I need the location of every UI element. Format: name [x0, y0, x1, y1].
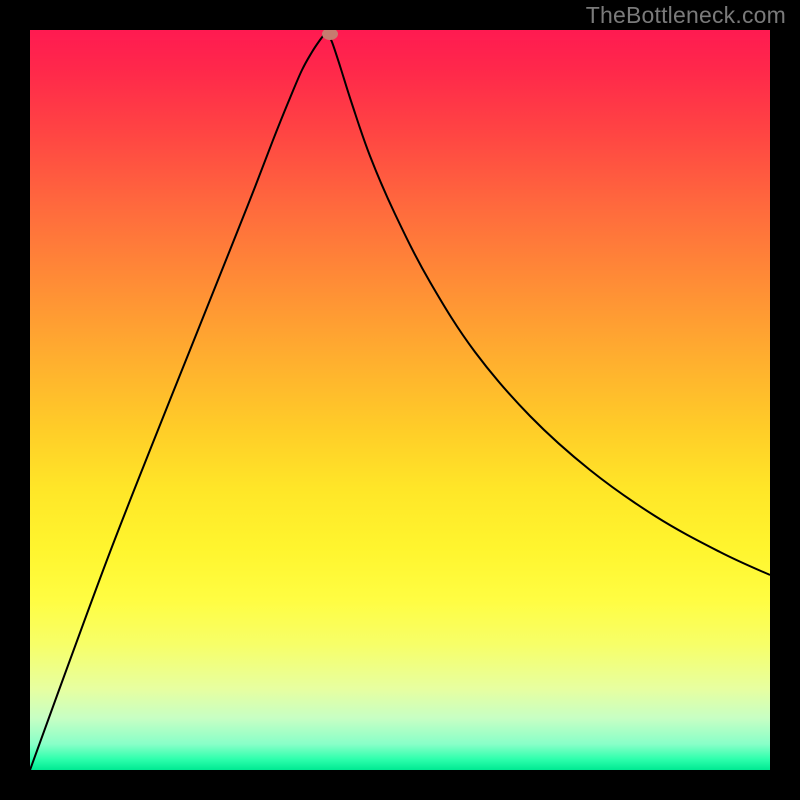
bottleneck-curve: [30, 32, 770, 770]
plot-area: [30, 30, 770, 770]
watermark-label: TheBottleneck.com: [586, 2, 786, 29]
chart-frame: TheBottleneck.com: [0, 0, 800, 800]
curve-svg: [30, 30, 770, 770]
